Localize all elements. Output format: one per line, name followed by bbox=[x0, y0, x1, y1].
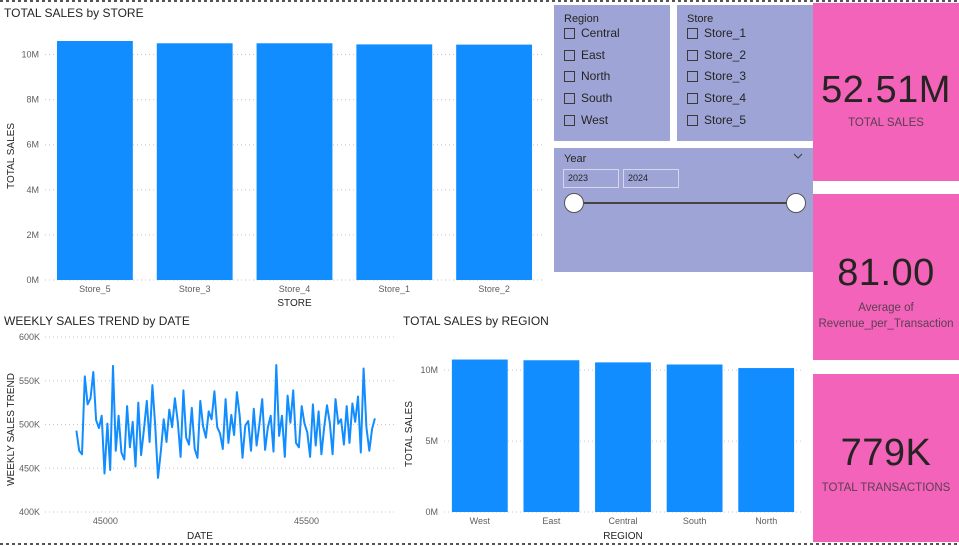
x-tick-label: Store_1 bbox=[379, 284, 411, 294]
end-slider-handle[interactable] bbox=[786, 193, 806, 213]
option-label: Store_5 bbox=[704, 113, 747, 127]
region-option-west[interactable]: West bbox=[564, 111, 608, 129]
option-label: Store_3 bbox=[704, 69, 747, 83]
bar-store-4 bbox=[256, 43, 333, 280]
bar-central bbox=[595, 362, 651, 512]
option-label: West bbox=[581, 113, 609, 127]
y-tick-label: 10M bbox=[420, 365, 438, 375]
bottom-border bbox=[0, 543, 959, 545]
x-tick-label: 45500 bbox=[294, 516, 319, 526]
x-tick-label: Store_4 bbox=[279, 284, 311, 294]
start-slider-handle[interactable] bbox=[564, 193, 584, 213]
y-tick-label: 5M bbox=[425, 436, 438, 446]
card-label: TOTAL SALES bbox=[848, 117, 924, 129]
year-slicer: Year 2023 2024 bbox=[554, 148, 813, 272]
card-value: 779K bbox=[840, 432, 932, 474]
option-label: East bbox=[581, 48, 606, 62]
y-tick-label: 2M bbox=[26, 230, 39, 240]
checkbox[interactable] bbox=[564, 92, 575, 104]
bar-store-2 bbox=[456, 44, 533, 280]
bar-store-5 bbox=[56, 41, 133, 280]
store-bar-chart-svg: 0M 2M 4M 6M 8M 10M Store_5 Store_3 Store_4 Store_… bbox=[6, 41, 544, 309]
y-tick-label: 0M bbox=[425, 507, 438, 517]
avg-revenue-card[interactable]: 81.00 Average of Revenue_per_Transaction bbox=[813, 194, 959, 360]
y-tick-label: 500K bbox=[19, 420, 40, 430]
option-label: Store_1 bbox=[704, 26, 747, 40]
y-tick-label: 0M bbox=[26, 275, 39, 285]
x-axis-label: DATE bbox=[187, 531, 213, 542]
bar-west bbox=[451, 359, 508, 512]
chevron-down-icon[interactable] bbox=[793, 151, 803, 163]
checkbox[interactable] bbox=[564, 27, 575, 39]
checkbox[interactable] bbox=[687, 114, 698, 126]
store-option-store-3[interactable]: Store_3 bbox=[687, 67, 746, 85]
card-value: 81.00 bbox=[837, 252, 935, 294]
card-label: TOTAL TRANSACTIONS bbox=[821, 482, 951, 494]
checkbox[interactable] bbox=[687, 27, 698, 39]
bar-east bbox=[523, 360, 580, 512]
x-tick-label: 45000 bbox=[93, 516, 118, 526]
y-tick-label: 550K bbox=[19, 376, 40, 386]
option-label: Central bbox=[581, 26, 620, 40]
checkbox[interactable] bbox=[564, 70, 575, 82]
store-sales-chart[interactable]: TOTAL SALES by STORE 0M 2M 4M 6M 8M 10M Store_… bbox=[0, 0, 550, 312]
store-slicer: Store Store_1 Store_2 Store_3 Store_4 St… bbox=[677, 5, 813, 141]
x-tick-label: Store_2 bbox=[478, 284, 510, 294]
y-tick-label: 8M bbox=[26, 95, 39, 105]
bar-north bbox=[738, 368, 795, 512]
option-label: South bbox=[581, 91, 613, 105]
x-tick-label: East bbox=[542, 516, 561, 526]
x-tick-label: Central bbox=[608, 516, 637, 526]
card-value: 52.51M bbox=[821, 69, 951, 111]
store-option-store-4[interactable]: Store_4 bbox=[687, 89, 746, 107]
y-tick-label: 400K bbox=[19, 507, 40, 517]
bar-store-3 bbox=[156, 43, 233, 280]
checkbox[interactable] bbox=[687, 49, 698, 61]
y-tick-label: 600K bbox=[19, 332, 40, 342]
x-tick-label: South bbox=[683, 516, 707, 526]
checkbox[interactable] bbox=[564, 114, 575, 126]
y-axis-label: TOTAL SALES bbox=[404, 401, 415, 467]
bar-south bbox=[666, 364, 723, 512]
year-range-track[interactable] bbox=[574, 202, 796, 204]
slicer-title: Year bbox=[564, 153, 587, 165]
checkbox[interactable] bbox=[687, 70, 698, 82]
y-tick-label: 6M bbox=[26, 140, 39, 150]
x-tick-label: North bbox=[755, 516, 777, 526]
trend-line-chart-svg: 400K 450K 500K 550K 600K 45000 45500 DATE WEEKLY… bbox=[6, 332, 395, 542]
store-option-store-1[interactable]: Store_1 bbox=[687, 24, 746, 42]
total-transactions-card[interactable]: 779K TOTAL TRANSACTIONS bbox=[813, 374, 959, 542]
option-label: Store_4 bbox=[704, 91, 747, 105]
end-year-input[interactable]: 2024 bbox=[623, 169, 679, 188]
region-sales-chart[interactable]: TOTAL SALES by REGION 0M 5M 10M West East Cen… bbox=[400, 312, 810, 544]
option-label: Store_2 bbox=[704, 48, 747, 62]
x-tick-label: Store_5 bbox=[79, 284, 111, 294]
x-tick-label: West bbox=[470, 516, 491, 526]
store-option-store-5[interactable]: Store_5 bbox=[687, 111, 746, 129]
region-option-south[interactable]: South bbox=[564, 89, 612, 107]
total-sales-card[interactable]: 52.51M TOTAL SALES bbox=[813, 3, 959, 181]
store-option-store-2[interactable]: Store_2 bbox=[687, 46, 746, 64]
region-option-east[interactable]: East bbox=[564, 46, 605, 64]
y-tick-label: 450K bbox=[19, 463, 40, 473]
region-bar-chart-svg: 0M 5M 10M West East Central South North REGION TO… bbox=[404, 359, 802, 542]
option-label: North bbox=[581, 69, 611, 83]
region-option-central[interactable]: Central bbox=[564, 24, 620, 42]
y-tick-label: 10M bbox=[21, 50, 39, 60]
y-axis-label: WEEKLY SALES TREND bbox=[6, 373, 17, 486]
x-axis-label: STORE bbox=[277, 298, 312, 309]
checkbox[interactable] bbox=[564, 49, 575, 61]
bar-store-1 bbox=[356, 44, 433, 281]
region-slicer: Region Central East North South West bbox=[554, 5, 670, 141]
card-label: Average of Revenue_per_Transaction bbox=[818, 302, 954, 330]
y-axis-label: TOTAL SALES bbox=[6, 123, 17, 189]
y-tick-label: 4M bbox=[26, 185, 39, 195]
weekly-trend-chart[interactable]: WEEKLY SALES TREND by DATE 400K 450K 500K 5… bbox=[0, 312, 400, 544]
x-tick-label: Store_3 bbox=[179, 284, 211, 294]
x-axis-label: REGION bbox=[603, 531, 642, 542]
start-year-input[interactable]: 2023 bbox=[563, 169, 619, 188]
region-option-north[interactable]: North bbox=[564, 67, 610, 85]
checkbox[interactable] bbox=[687, 92, 698, 104]
series-line bbox=[75, 364, 376, 479]
